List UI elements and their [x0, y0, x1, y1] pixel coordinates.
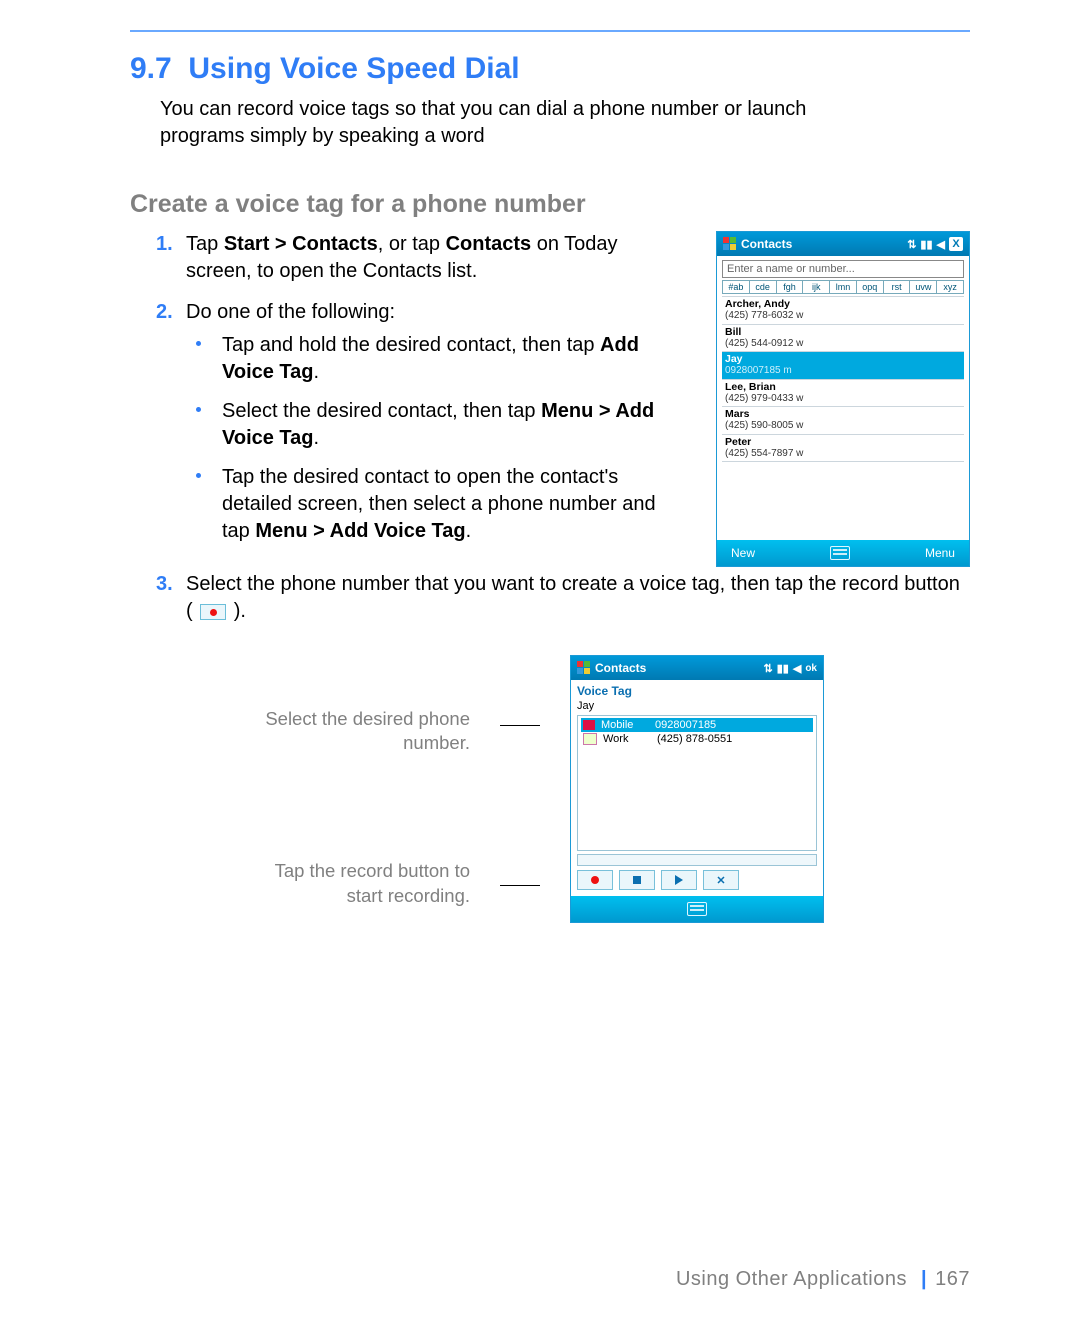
section-title-text: Using Voice Speed Dial	[188, 52, 519, 85]
stop-button[interactable]	[619, 870, 655, 890]
alpha-uvw[interactable]: uvw	[910, 281, 937, 293]
step-num-2: 2.	[156, 299, 173, 326]
volume-icon: ◀	[793, 662, 801, 675]
record-button[interactable]	[577, 870, 613, 890]
section-number: 9.7	[130, 52, 172, 85]
contact-name: Jay	[577, 700, 817, 712]
voice-tag-heading: Voice Tag	[577, 684, 817, 698]
contact-row[interactable]: Lee, Brian(425) 979-0433 w	[722, 380, 964, 408]
alpha-index-row[interactable]: #abcdefghijklmnopqrstuvwxyz	[722, 280, 964, 294]
phone-number-row[interactable]: Work(425) 878-0551	[581, 732, 813, 746]
step-2: 2. Do one of the following: Tap and hold…	[156, 299, 688, 545]
softkey-menu[interactable]: Menu	[925, 546, 955, 560]
signal-icon: ▮▮	[920, 238, 932, 251]
contact-row[interactable]: Peter(425) 554-7897 w	[722, 435, 964, 463]
alpha-xyz[interactable]: xyz	[937, 281, 963, 293]
step-num-1: 1.	[156, 231, 173, 258]
step-num-3: 3.	[156, 571, 173, 598]
alpha-cde[interactable]: cde	[750, 281, 777, 293]
progress-bar	[577, 854, 817, 866]
footer-chapter: Using Other Applications	[676, 1268, 907, 1290]
alpha-opq[interactable]: opq	[857, 281, 884, 293]
play-button[interactable]	[661, 870, 697, 890]
volume-icon: ◀	[937, 238, 945, 251]
callout-select-number: Select the desired phone number.	[250, 707, 470, 755]
softkey-bar	[571, 896, 823, 922]
alpha-fgh[interactable]: fgh	[777, 281, 804, 293]
ok-button[interactable]: ok	[805, 663, 817, 674]
callout-tap-record: Tap the record button to start recording…	[250, 859, 470, 907]
footer-page-number: 167	[935, 1268, 970, 1290]
work-icon	[583, 733, 597, 745]
footer: Using Other Applications | 167	[676, 1268, 970, 1291]
bullet-icon	[196, 341, 201, 346]
bullet-2: Select the desired contact, then tap Men…	[192, 398, 688, 452]
start-icon[interactable]	[723, 237, 737, 251]
delete-button[interactable]: ✕	[703, 870, 739, 890]
search-input[interactable]: Enter a name or number...	[722, 260, 964, 278]
sync-icon: ⇅	[764, 662, 773, 675]
subheading: Create a voice tag for a phone number	[130, 190, 970, 219]
signal-icon: ▮▮	[777, 662, 789, 675]
screenshot-voice-tag: Contacts ⇅ ▮▮ ◀ ok Voice Tag Jay Mobile0…	[570, 655, 824, 923]
alpha-#ab[interactable]: #ab	[723, 281, 750, 293]
bullet-1: Tap and hold the desired contact, then t…	[192, 332, 688, 386]
contact-row[interactable]: Archer, Andy(425) 778-6032 w	[722, 297, 964, 325]
home-icon	[583, 720, 595, 730]
alpha-lmn[interactable]: lmn	[830, 281, 857, 293]
section-title: 9.7 Using Voice Speed Dial	[130, 52, 970, 86]
phone-number-list: Mobile0928007185Work(425) 878-0551	[577, 715, 817, 851]
contact-row[interactable]: Bill(425) 544-0912 w	[722, 325, 964, 353]
softkey-bar: New Menu	[717, 540, 969, 566]
alpha-rst[interactable]: rst	[884, 281, 911, 293]
record-button-icon	[200, 604, 226, 620]
titlebar: Contacts ⇅ ▮▮ ◀ X	[717, 232, 969, 256]
screenshot-contacts-list: Contacts ⇅ ▮▮ ◀ X Enter a name or number…	[716, 231, 970, 567]
contact-row[interactable]: Mars(425) 590-8005 w	[722, 407, 964, 435]
phone-number-row[interactable]: Mobile0928007185	[581, 718, 813, 732]
footer-separator: |	[921, 1268, 927, 1290]
titlebar: Contacts ⇅ ▮▮ ◀ ok	[571, 656, 823, 680]
keyboard-icon[interactable]	[687, 902, 707, 916]
start-icon[interactable]	[577, 661, 591, 675]
sync-icon: ⇅	[907, 238, 916, 251]
intro-paragraph: You can record voice tags so that you ca…	[160, 96, 860, 150]
alpha-ijk[interactable]: ijk	[803, 281, 830, 293]
bullet-icon	[196, 407, 201, 412]
app-title: Contacts	[741, 237, 792, 251]
blank-area	[717, 462, 969, 540]
app-title: Contacts	[595, 661, 646, 675]
contact-row[interactable]: Jay0928007185 m	[722, 352, 964, 380]
bullet-icon	[196, 473, 201, 478]
close-button[interactable]: X	[949, 237, 963, 251]
step-3: 3. Select the phone number that you want…	[156, 571, 970, 625]
bullet-3: Tap the desired contact to open the cont…	[192, 464, 688, 545]
contacts-list: Archer, Andy(425) 778-6032 wBill(425) 54…	[722, 296, 964, 462]
softkey-new[interactable]: New	[731, 546, 755, 560]
top-rule	[130, 30, 970, 32]
record-controls: ✕	[577, 870, 817, 890]
step-1: 1. Tap Start > Contacts, or tap Contacts…	[156, 231, 688, 285]
keyboard-icon[interactable]	[830, 546, 850, 560]
